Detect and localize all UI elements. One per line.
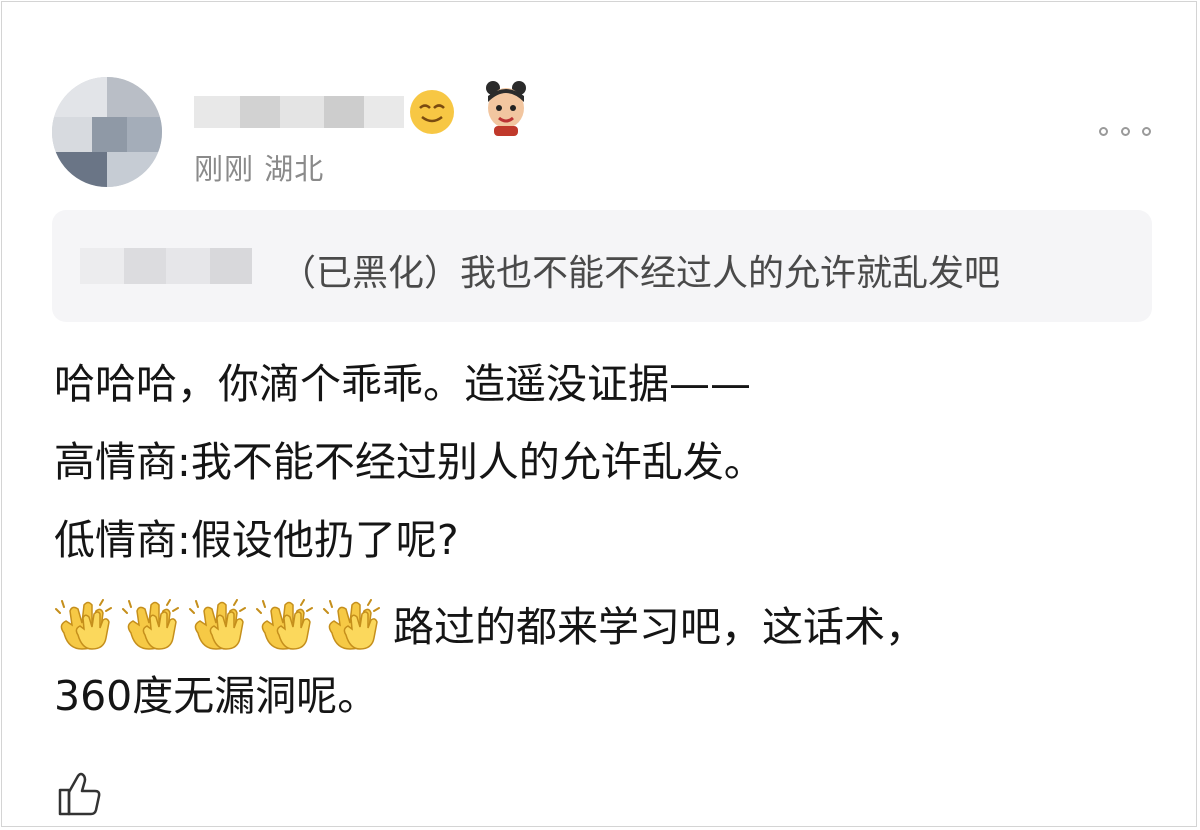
clapping-hands-icon xyxy=(256,599,313,650)
post-line-5: 360度无漏洞呢。 xyxy=(54,672,379,720)
clapping-hands-icon xyxy=(122,599,179,650)
clapping-hands-icon xyxy=(55,599,112,650)
quoted-text: （已黑化）我也不能不经过人的允许就乱发吧 xyxy=(280,253,1001,294)
post-location: 湖北 xyxy=(264,152,325,186)
avatar[interactable] xyxy=(52,77,162,187)
username-redacted xyxy=(194,92,404,132)
more-dots-icon xyxy=(1099,126,1108,136)
smiling-face-icon xyxy=(410,90,454,134)
quoted-reply[interactable]: （已黑化）我也不能不经过人的允许就乱发吧 xyxy=(52,210,1152,322)
more-button[interactable] xyxy=(1099,121,1151,141)
post-line-4: 路过的都来学习吧，这话术， xyxy=(54,588,1174,666)
post-line-4-text: 路过的都来学习吧，这话术， xyxy=(393,603,926,651)
clapping-hands-icon xyxy=(189,599,246,650)
post-line-1: 哈哈哈，你滴个乖乖。造遥没证据—— xyxy=(54,360,751,408)
cartoon-character-icon xyxy=(486,81,526,136)
post-card: 刚刚 湖北 （已黑化）我也不能不经过人的允许就乱发吧 哈哈哈，你滴个乖乖。造遥没… xyxy=(1,1,1197,827)
post-time: 刚刚 xyxy=(194,152,255,186)
post-line-3: 低情商:假设他扔了呢? xyxy=(54,516,459,564)
post-content: 哈哈哈，你滴个乖乖。造遥没证据—— 高情商:我不能不经过别人的允许乱发。 低情商… xyxy=(54,354,1174,744)
post-line-2: 高情商:我不能不经过别人的允许乱发。 xyxy=(54,438,765,486)
clapping-hands-icon xyxy=(323,599,380,650)
quoted-username-redacted xyxy=(80,248,252,284)
thumbs-up-icon[interactable] xyxy=(54,768,106,820)
post-meta: 刚刚 湖北 xyxy=(194,146,324,188)
clap-emoji-group xyxy=(54,599,389,655)
